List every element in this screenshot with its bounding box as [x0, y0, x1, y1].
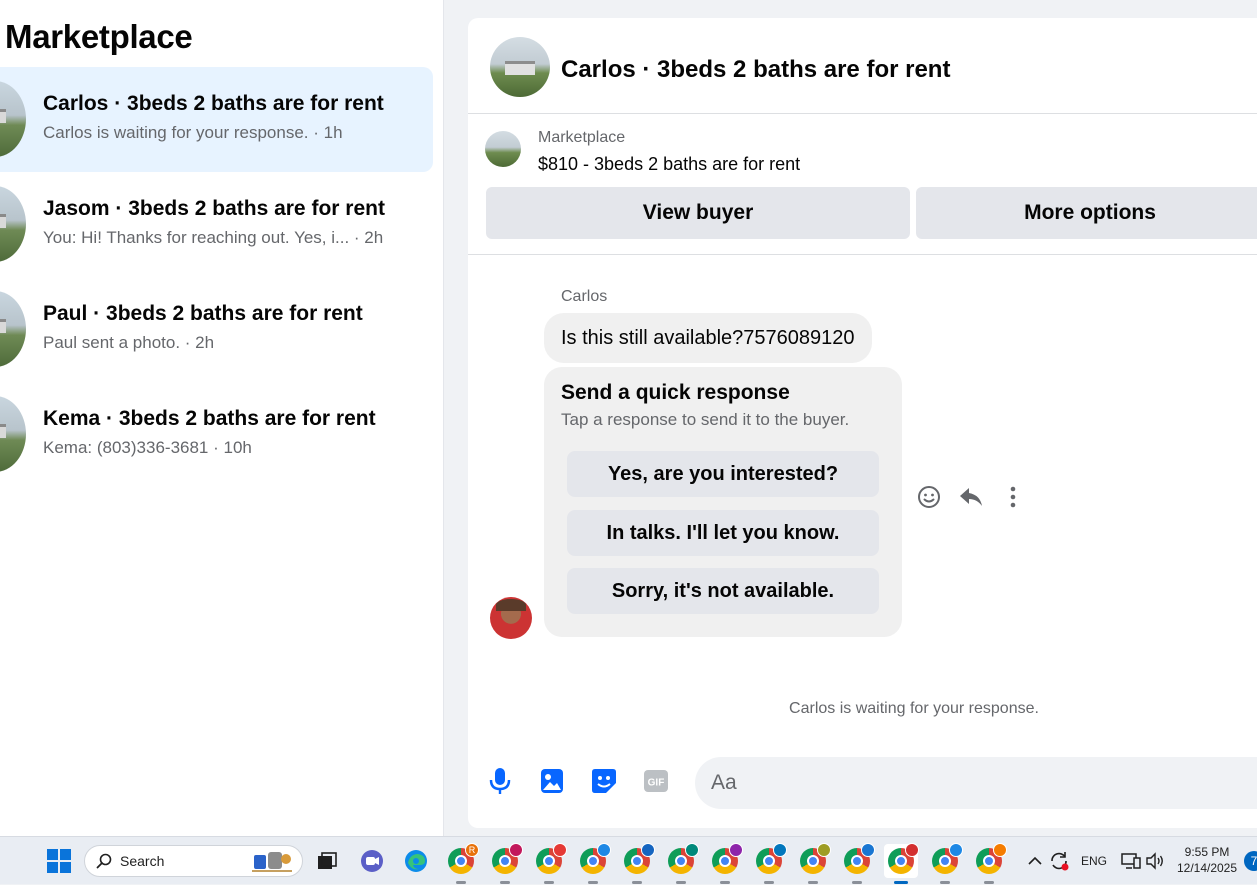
microphone-icon[interactable] [485, 766, 515, 796]
reply-icon[interactable] [958, 484, 984, 510]
gif-icon[interactable]: GIF [641, 766, 671, 796]
listing-card: Marketplace $810 - 3beds 2 baths are for… [468, 115, 1257, 255]
search-icon [96, 853, 112, 869]
marketplace-title: Marketplace [5, 18, 193, 55]
chrome-profile-icon[interactable] [842, 843, 875, 876]
teams-chat-icon[interactable] [357, 846, 387, 876]
chrome-profile-icon[interactable] [622, 843, 655, 876]
conversation-item-paul[interactable]: Paul · 3beds 2 baths are for rent Paul s… [0, 277, 433, 382]
conversation-name: Kema · 3beds 2 baths are for rent [43, 407, 376, 430]
more-options-button[interactable]: More options [916, 187, 1257, 239]
volume-icon[interactable] [1140, 846, 1170, 876]
language-indicator[interactable]: ENG [1081, 837, 1107, 885]
chrome-active-window-icon[interactable] [884, 843, 919, 878]
clock-date: 12/14/2025 [1176, 861, 1238, 875]
quick-response-option-in-talks[interactable]: In talks. I'll let you know. [567, 510, 879, 556]
edge-browser-icon[interactable] [401, 846, 431, 876]
chrome-profile-icon[interactable] [930, 843, 963, 876]
quick-response-subtitle: Tap a response to send it to the buyer. [561, 410, 850, 429]
conversation-preview: Kema: (803)336-3681 · 10h [43, 438, 252, 457]
chat-header-title[interactable]: Carlos · 3beds 2 baths are for rent [561, 56, 950, 84]
sender-avatar[interactable] [490, 597, 532, 639]
listing-price-title[interactable]: $810 - 3beds 2 baths are for rent [538, 154, 800, 175]
quick-response-option-not-available[interactable]: Sorry, it's not available. [567, 568, 879, 614]
chrome-profile-icon[interactable] [754, 843, 787, 876]
message-sender-name: Carlos [561, 288, 608, 305]
conversation-preview: Carlos is waiting for your response. · 1… [43, 123, 343, 142]
conversation-item-jasom[interactable]: Jasom · 3beds 2 baths are for rent You: … [0, 172, 433, 277]
conversation-name: Carlos · 3beds 2 baths are for rent [43, 92, 384, 115]
sync-icon[interactable] [1044, 846, 1074, 876]
conversation-list-panel: Marketplace Carlos · 3beds 2 baths are f… [0, 0, 444, 836]
chrome-profile-r-icon[interactable]: R [446, 843, 479, 876]
search-highlight-icon [250, 849, 294, 873]
notification-badge[interactable]: 7 [1244, 851, 1257, 871]
chrome-profile-icon[interactable] [578, 843, 611, 876]
message-composer: GIF [468, 753, 1257, 813]
photo-icon[interactable] [537, 766, 567, 796]
conversation-name: Jasom · 3beds 2 baths are for rent [43, 197, 385, 220]
svg-text:GIF: GIF [648, 778, 665, 789]
clock-time: 9:55 PM [1184, 845, 1230, 859]
conversation-preview: You: Hi! Thanks for reaching out. Yes, i… [43, 228, 384, 247]
listing-avatar [0, 186, 26, 262]
windows-taskbar: Search R ENG 9:55 PM 12/14/2025 7 [0, 836, 1257, 884]
taskbar-clock[interactable]: 9:55 PM 12/14/2025 [1172, 844, 1242, 876]
listing-avatar [0, 291, 26, 367]
chrome-profile-icon[interactable] [490, 843, 523, 876]
chrome-profile-icon[interactable] [798, 843, 831, 876]
react-emoji-icon[interactable] [916, 484, 942, 510]
listing-avatar [0, 396, 26, 472]
task-view-icon[interactable] [312, 846, 342, 876]
message-actions [916, 484, 1026, 510]
search-label: Search [120, 853, 165, 869]
messenger-app: Marketplace Carlos · 3beds 2 baths are f… [0, 0, 1257, 836]
chrome-profile-icon[interactable] [974, 843, 1007, 876]
conversation-preview: Paul sent a photo. · 2h [43, 333, 215, 352]
chat-panel: Carlos · 3beds 2 baths are for rent Mark… [468, 18, 1257, 828]
chrome-profile-badge: R [465, 843, 479, 857]
chrome-profile-icon[interactable] [534, 843, 567, 876]
windows-start-icon[interactable] [47, 849, 71, 873]
more-vertical-icon[interactable] [1000, 484, 1026, 510]
chrome-profile-icon[interactable] [666, 843, 699, 876]
chat-header-avatar[interactable] [490, 37, 550, 97]
message-input[interactable] [695, 757, 1257, 809]
quick-response-title: Send a quick response [561, 381, 790, 404]
conversation-name: Paul · 3beds 2 baths are for rent [43, 302, 363, 325]
sticker-icon[interactable] [589, 766, 619, 796]
quick-response-card: Send a quick response Tap a response to … [544, 367, 902, 637]
view-buyer-button[interactable]: View buyer [486, 187, 910, 239]
quick-response-option-yes[interactable]: Yes, are you interested? [567, 451, 879, 497]
message-bubble[interactable]: Is this still available?7576089120 [544, 313, 872, 363]
chrome-profile-icon[interactable] [710, 843, 743, 876]
taskbar-search-box[interactable]: Search [84, 845, 303, 877]
listing-avatar [0, 81, 26, 157]
chat-header: Carlos · 3beds 2 baths are for rent [468, 18, 1257, 114]
conversation-item-kema[interactable]: Kema · 3beds 2 baths are for rent Kema: … [0, 382, 433, 487]
listing-source-label: Marketplace [538, 129, 626, 146]
waiting-status-text: Carlos is waiting for your response. [789, 700, 1039, 717]
listing-thumbnail[interactable] [485, 131, 521, 167]
conversation-item-carlos[interactable]: Carlos · 3beds 2 baths are for rent Carl… [0, 67, 433, 172]
